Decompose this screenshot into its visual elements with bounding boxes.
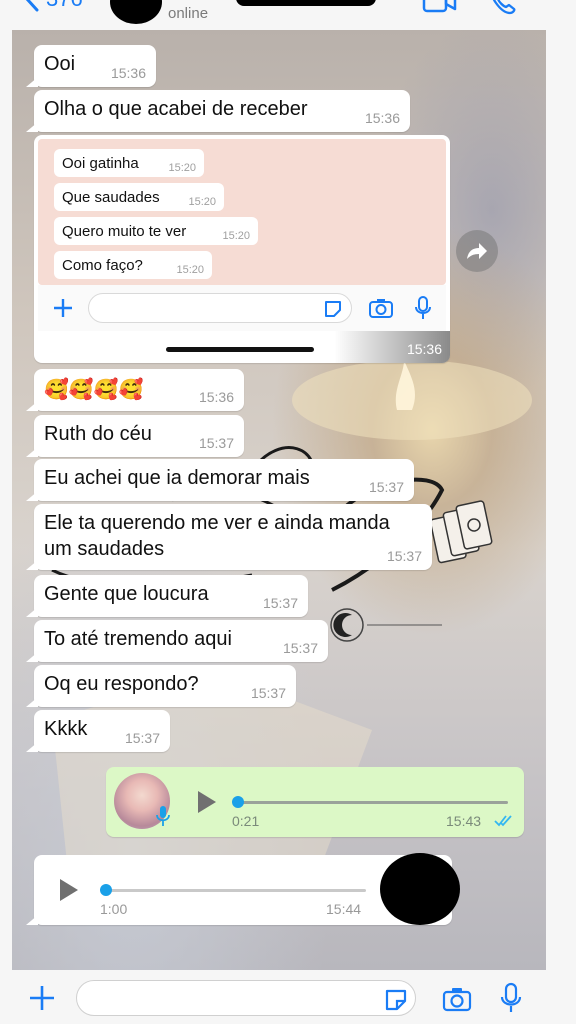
- screenshot-home-indicator: [166, 347, 314, 352]
- unread-count: 376: [46, 0, 83, 12]
- chevron-left-icon: [25, 0, 39, 12]
- message-text: Kkkk: [44, 718, 88, 740]
- audio-duration: 1:00: [100, 901, 128, 917]
- screenshot-message-text: Quero muito te ver: [62, 223, 187, 240]
- message-time: 15:36: [198, 389, 234, 405]
- input-bar: [0, 970, 576, 1024]
- message-line: Ele ta querendo me ver e ainda manda: [44, 512, 390, 534]
- image-message[interactable]: Ooi gatinha 15:20 Que saudades 15:20 Que…: [34, 135, 450, 363]
- play-button[interactable]: [198, 791, 216, 813]
- mic-icon: [415, 296, 431, 319]
- audio-progress-track[interactable]: [106, 889, 366, 892]
- message-bubble[interactable]: Olha o que acabei de receber 15:36: [26, 90, 410, 132]
- sticker-icon: [325, 301, 341, 317]
- message-time: 15:36: [364, 110, 400, 126]
- message-time: 15:37: [124, 730, 160, 746]
- audio-progress-handle[interactable]: [100, 884, 112, 896]
- message-bubble[interactable]: Kkkk 15:37: [26, 710, 170, 752]
- read-checkmarks-icon: [494, 815, 512, 827]
- message-time: 15:43: [446, 813, 482, 829]
- screenshot-input-field: [88, 293, 352, 323]
- screenshot-message: Que saudades 15:20: [54, 183, 224, 211]
- message-bubble[interactable]: 🥰🥰🥰🥰 15:36: [26, 369, 244, 411]
- message-line: um saudades: [44, 538, 165, 560]
- audio-progress-handle[interactable]: [232, 796, 244, 808]
- avatar[interactable]: [110, 0, 162, 24]
- message-time: 15:37: [282, 640, 318, 656]
- message-time: 15:37: [198, 435, 234, 451]
- message-bubble[interactable]: Gente que loucura 15:37: [26, 575, 308, 617]
- message-text: Gente que loucura: [44, 583, 209, 605]
- sender-avatar-redacted: [380, 853, 460, 925]
- screenshot-message: Ooi gatinha 15:20: [54, 149, 204, 177]
- message-time: 15:37: [250, 685, 286, 701]
- screenshot-message-time: 15:20: [222, 230, 250, 242]
- audio-progress-track[interactable]: [238, 801, 508, 804]
- screenshot-message-time: 15:20: [168, 162, 196, 174]
- message-text: 🥰🥰🥰🥰: [44, 379, 144, 401]
- message-bubble[interactable]: Oq eu respondo? 15:37: [26, 665, 296, 707]
- voice-message-incoming[interactable]: 1:00 15:44: [26, 853, 460, 925]
- forward-icon: [467, 243, 487, 259]
- message-bubble[interactable]: Ele ta querendo me ver e ainda manda um …: [26, 504, 432, 570]
- voice-message-outgoing[interactable]: 0:21 15:43: [106, 767, 524, 837]
- chat-area[interactable]: Ooi 15:36 Olha o que acabei de receber 1…: [12, 30, 546, 970]
- contact-name[interactable]: [236, 0, 376, 6]
- screenshot-message: Quero muito te ver 15:20: [54, 217, 258, 245]
- mic-icon[interactable]: [500, 982, 522, 1014]
- screenshot-message: Como faço? 15:20: [54, 251, 212, 279]
- message-text: Ruth do céu: [44, 423, 152, 445]
- message-text: Olha o que acabei de receber: [44, 98, 308, 120]
- message-bubble[interactable]: Ruth do céu 15:37: [26, 415, 244, 457]
- message-time: 15:37: [386, 548, 422, 564]
- message-time: 15:36: [110, 65, 146, 81]
- message-time: 15:44: [326, 901, 362, 917]
- screenshot-message-time: 15:20: [176, 264, 204, 276]
- screenshot-input-bar: [38, 285, 446, 331]
- screenshot-message-text: Como faço?: [62, 257, 143, 274]
- chat-header: 376 online: [0, 0, 576, 30]
- contact-status: online: [168, 5, 209, 22]
- message-text: Ele ta querendo me ver e ainda manda um …: [44, 510, 390, 562]
- mic-icon: [156, 806, 170, 826]
- screenshot-chat-background: Ooi gatinha 15:20 Que saudades 15:20 Que…: [38, 139, 446, 285]
- message-time: 15:36: [406, 341, 442, 357]
- message-text: Ooi: [44, 53, 76, 75]
- phone-call-icon[interactable]: [488, 0, 518, 16]
- camera-icon: [369, 299, 393, 318]
- play-button[interactable]: [60, 879, 78, 901]
- sticker-icon[interactable]: [384, 988, 408, 1012]
- forward-button[interactable]: [456, 230, 498, 272]
- message-text: Oq eu respondo?: [44, 673, 199, 695]
- screenshot-message-time: 15:20: [188, 196, 216, 208]
- screenshot-message-text: Ooi gatinha: [62, 155, 139, 172]
- message-bubble[interactable]: Eu achei que ia demorar mais 15:37: [26, 459, 414, 501]
- plus-icon[interactable]: [28, 984, 56, 1012]
- message-bubble[interactable]: Ooi 15:36: [26, 45, 156, 87]
- message-text: To até tremendo aqui: [44, 628, 232, 650]
- screenshot-message-text: Que saudades: [62, 189, 160, 206]
- plus-icon: [54, 299, 72, 317]
- message-time: 15:37: [368, 479, 404, 495]
- message-time: 15:37: [262, 595, 298, 611]
- video-call-icon[interactable]: [422, 0, 458, 14]
- message-input[interactable]: [76, 980, 416, 1016]
- audio-duration: 0:21: [232, 813, 260, 829]
- message-text: Eu achei que ia demorar mais: [44, 467, 310, 489]
- message-bubble[interactable]: To até tremendo aqui 15:37: [26, 620, 328, 662]
- camera-icon[interactable]: [442, 986, 472, 1012]
- back-button[interactable]: 376: [24, 0, 83, 12]
